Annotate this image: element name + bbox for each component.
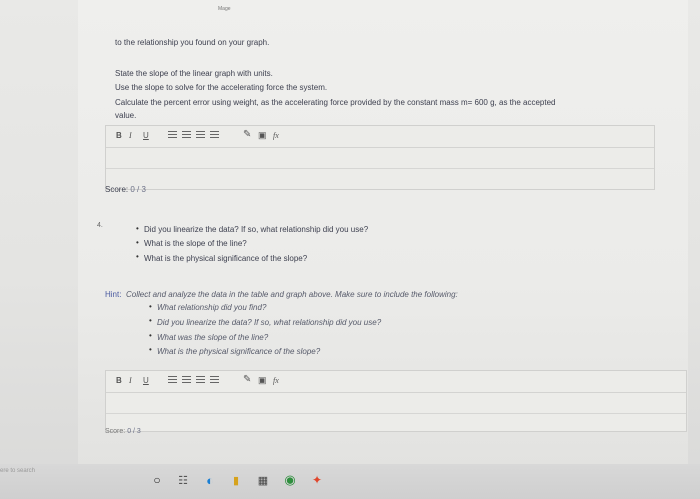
numbered-list-icon[interactable] — [196, 131, 205, 140]
score-label: Score: — [105, 428, 126, 435]
bullet-icon: • — [149, 316, 152, 325]
instruction-line: Calculate the percent error using weight… — [115, 98, 556, 107]
instruction-line: Use the slope to solve for the accelerat… — [115, 83, 328, 92]
editor-text-area[interactable] — [106, 148, 654, 169]
image-icon[interactable]: ▣ — [258, 130, 267, 141]
score-label: Score: — [105, 185, 129, 194]
question-bullet: What is the slope of the line? — [144, 239, 247, 248]
instruction-line: State the slope of the linear graph with… — [115, 69, 273, 78]
editor-toolbar: B I U ✎ ▣ fx — [106, 371, 686, 393]
formula-button[interactable]: fx — [273, 131, 279, 140]
hint-text: Collect and analyze the data in the tabl… — [126, 290, 458, 299]
link-icon[interactable]: ✎ — [243, 374, 251, 385]
hint-label: Hint: — [105, 290, 122, 299]
image-icon[interactable]: ▣ — [258, 375, 267, 386]
link-icon[interactable]: ✎ — [243, 129, 251, 140]
assignment-page: Mage to the relationship you found on yo… — [78, 0, 688, 472]
align-center-icon[interactable] — [182, 131, 191, 140]
hint-bullet: Did you linearize the data? If so, what … — [157, 318, 382, 327]
score-value: 0 / 3 — [127, 428, 141, 435]
question-number: 4. — [97, 222, 103, 229]
editor-text-area-lower[interactable] — [106, 169, 654, 189]
bullet-list-icon[interactable] — [210, 131, 219, 140]
hint-bullet: What was the slope of the line? — [157, 333, 269, 342]
bullet-icon: • — [149, 302, 152, 311]
taskbar: ere to search ○ ☷ ◐ ▮ ▦ ◉ ✦ — [0, 464, 700, 499]
question-bullet: Did you linearize the data? If so, what … — [144, 225, 369, 234]
bold-button[interactable]: B — [116, 131, 122, 140]
question-bullet: What is the physical significance of the… — [144, 254, 308, 263]
score-display: Score: 0 / 3 — [105, 185, 146, 194]
align-center-icon[interactable] — [182, 376, 191, 385]
edge-icon[interactable]: ◐ — [203, 473, 217, 488]
italic-button[interactable]: I — [129, 376, 132, 385]
chrome-icon[interactable]: ◉ — [283, 472, 297, 487]
header-mark: Mage — [218, 6, 231, 12]
score-display: Score: 0 / 3 — [105, 428, 141, 435]
bold-button[interactable]: B — [116, 376, 122, 385]
task-view-icon[interactable]: ☷ — [176, 473, 190, 487]
intro-text: to the relationship you found on your gr… — [115, 38, 270, 47]
hint-bullet: What relationship did you find? — [157, 303, 267, 312]
numbered-list-icon[interactable] — [196, 376, 205, 385]
bullet-icon: • — [136, 224, 139, 233]
editor-toolbar: B I U ✎ ▣ fx — [106, 126, 654, 148]
bullet-list-icon[interactable] — [210, 376, 219, 385]
app-icon[interactable]: ✦ — [310, 473, 324, 487]
align-left-icon[interactable] — [168, 131, 177, 140]
score-value: 0 / 3 — [130, 185, 146, 194]
instruction-line: value. — [115, 111, 137, 120]
underline-button[interactable]: U — [143, 376, 149, 385]
bullet-icon: • — [149, 331, 152, 340]
file-explorer-icon[interactable]: ▮ — [229, 473, 243, 487]
bullet-icon: • — [136, 238, 139, 247]
hint-bullet: What is the physical significance of the… — [157, 347, 321, 356]
bullet-icon: • — [136, 252, 139, 261]
italic-button[interactable]: I — [129, 131, 132, 140]
editor-text-area[interactable] — [106, 393, 686, 414]
align-left-icon[interactable] — [168, 376, 177, 385]
answer-editor[interactable]: B I U ✎ ▣ fx — [105, 125, 655, 190]
answer-editor-2[interactable]: B I U ✎ ▣ fx — [105, 370, 687, 432]
bullet-icon: • — [149, 345, 152, 354]
formula-button[interactable]: fx — [273, 376, 279, 385]
store-icon[interactable]: ▦ — [256, 473, 270, 487]
underline-button[interactable]: U — [143, 131, 149, 140]
taskbar-search-box[interactable]: ere to search — [0, 468, 35, 474]
cortana-icon[interactable]: ○ — [150, 473, 164, 487]
